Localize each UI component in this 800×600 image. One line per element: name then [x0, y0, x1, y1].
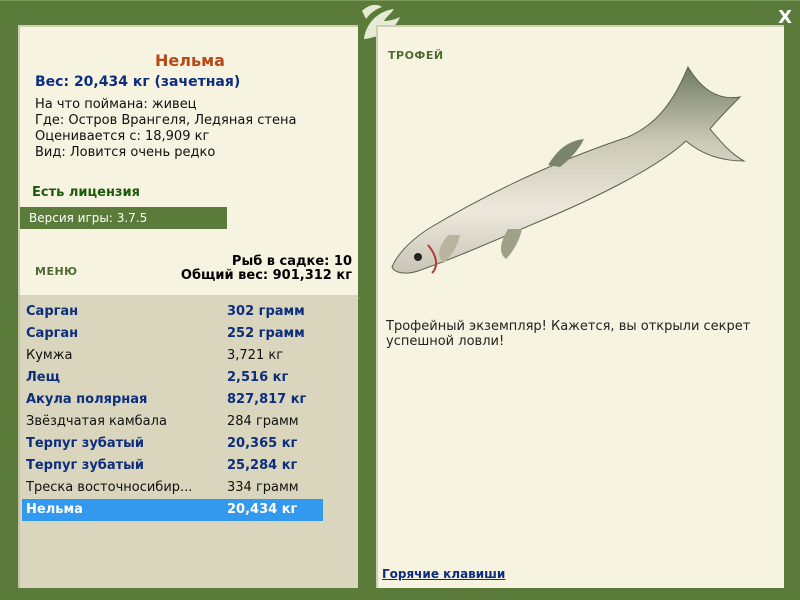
fish-weight-cell: 284 грамм	[227, 414, 299, 429]
cage-count: Рыб в садке: 10	[231, 254, 352, 269]
fish-name-cell: Терпуг зубатый	[26, 458, 145, 473]
hotkeys-link[interactable]: Горячие клавиши	[382, 567, 505, 581]
fish-name-cell: Сарган	[26, 326, 79, 341]
fish-weight-cell: 20,365 кг	[227, 436, 298, 451]
list-item[interactable]: Кумжа 3,721 кг	[22, 345, 323, 367]
fish-name-cell: Звёздчатая камбала	[26, 414, 167, 429]
cage-total-weight: Общий вес: 901,312 кг	[180, 268, 352, 283]
fish-weight-cell: 827,817 кг	[227, 392, 307, 407]
list-item[interactable]: Лещ 2,516 кг	[22, 367, 323, 389]
fish-name-cell: Акула полярная	[26, 392, 148, 407]
fish-name-cell: Лещ	[26, 370, 60, 385]
trophy-panel: ТРОФЕЙ Трофейный экземпляр! Кажется, вы …	[376, 25, 784, 588]
rarity-info: Вид: Ловится очень редко	[35, 145, 216, 160]
fish-weight-cell: 252 грамм	[227, 326, 305, 341]
menu-button[interactable]: МЕНЮ	[35, 265, 78, 278]
fish-name-cell: Сарган	[26, 304, 79, 319]
bait-info: На что поймана: живец	[35, 97, 197, 112]
valuation-info: Оценивается с: 18,909 кг	[35, 129, 210, 144]
game-window: X Нельма Вес: 20,434 кг (зачетная) На чт…	[0, 0, 800, 600]
fish-weight-cell: 302 грамм	[227, 304, 305, 319]
license-status: Есть лицензия	[32, 185, 140, 200]
fish-image	[388, 57, 748, 301]
fish-name-cell: Кумжа	[26, 348, 73, 363]
trophy-description: Трофейный экземпляр! Кажется, вы открыли…	[386, 319, 751, 349]
fish-weight-cell: 20,434 кг	[227, 502, 298, 517]
fish-info-panel: Нельма Вес: 20,434 кг (зачетная) На что …	[18, 25, 360, 299]
fish-name: Нельма	[155, 51, 225, 70]
fish-name-cell: Нельма	[26, 502, 83, 517]
fish-name-cell: Треска восточносибир...	[26, 480, 193, 495]
fish-weight-cell: 3,721 кг	[227, 348, 284, 363]
list-item[interactable]: Звёздчатая камбала 284 грамм	[22, 411, 323, 433]
fish-weight: Вес: 20,434 кг (зачетная)	[35, 74, 241, 90]
fish-weight-cell: 2,516 кг	[227, 370, 289, 385]
cage-summary: Рыб в садке: 10 Общий вес: 901,312 кг	[181, 255, 352, 283]
list-item[interactable]: Терпуг зубатый 25,284 кг	[22, 455, 323, 477]
list-item[interactable]: Акула полярная 827,817 кг	[22, 389, 323, 411]
list-item[interactable]: Сарган 252 грамм	[22, 323, 323, 345]
list-item[interactable]: Терпуг зубатый 20,365 кг	[22, 433, 323, 455]
list-item[interactable]: Нельма 20,434 кг	[22, 499, 323, 521]
version-bar: Версия игры: 3.7.5	[20, 207, 227, 229]
fish-weight-cell: 334 грамм	[227, 480, 299, 495]
fish-name-cell: Терпуг зубатый	[26, 436, 145, 451]
catch-list: Сарган 302 грамм Сарган 252 грамм Кумжа 3,721…	[18, 295, 358, 588]
list-item[interactable]: Треска восточносибир... 334 грамм	[22, 477, 323, 499]
list-item[interactable]: Сарган 302 грамм	[22, 301, 323, 323]
fish-weight-cell: 25,284 кг	[227, 458, 298, 473]
location-info: Где: Остров Врангеля, Ледяная стена	[35, 113, 297, 128]
